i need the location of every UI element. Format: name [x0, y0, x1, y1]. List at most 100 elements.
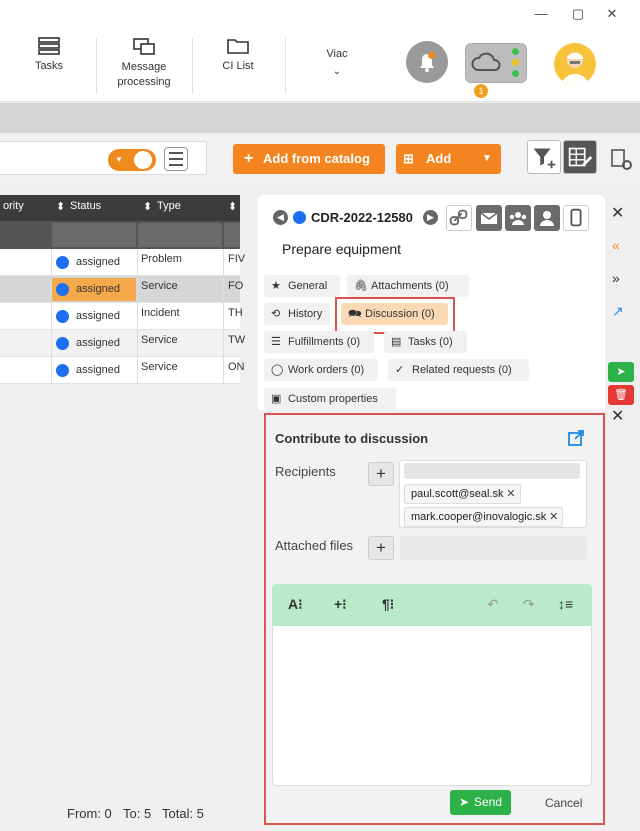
add-file-button[interactable]: + [368, 536, 394, 560]
type-text: Incident [141, 307, 180, 319]
topbar-item-message-processing[interactable]: Message processing [110, 36, 178, 90]
type-text: Service [141, 361, 178, 373]
grid-header: ority ⬍ Status ⬍ Type ⬍ [0, 195, 240, 221]
previous-record-button[interactable]: ◀ [273, 210, 288, 225]
status-text: assigned [76, 364, 121, 376]
type-text: Service [141, 280, 178, 292]
recipient-chip[interactable]: paul.scott@seal.sk ✕ [404, 484, 521, 504]
type-filter-cell[interactable] [138, 223, 222, 247]
envelope-icon [480, 212, 498, 224]
font-format-button[interactable]: A⁝ [288, 596, 303, 613]
add-item-icon: ⊞ [403, 151, 414, 166]
tab-label: Related requests (0) [412, 364, 512, 376]
settings-button[interactable] [609, 147, 635, 173]
table-row[interactable]: assigned Service TW [0, 330, 245, 357]
send-button[interactable]: ➤ Send [450, 790, 511, 815]
divider [285, 38, 286, 94]
table-row[interactable]: assigned Problem FIV [0, 249, 245, 276]
topbar-item-label: Tasks [34, 60, 64, 72]
edit-view-button[interactable] [563, 140, 597, 174]
attached-files-label: Attached files [275, 538, 354, 553]
link-button[interactable] [446, 205, 472, 231]
tab-fulfillments[interactable]: ☰ Fulfillments (0) [264, 331, 374, 353]
recipient-chip[interactable]: mark.cooper@inovalogic.sk ✕ [404, 507, 564, 527]
tab-history[interactable]: ⟲ History [264, 303, 330, 325]
status-dot [293, 211, 306, 224]
type-text: Problem [141, 253, 182, 265]
redacted-recipient [404, 463, 580, 479]
table-row[interactable]: assigned Service FO [0, 276, 244, 303]
user-avatar[interactable] [554, 43, 596, 85]
open-external-icon[interactable] [568, 430, 584, 446]
user-avatar-icon [562, 52, 588, 85]
status-dot [56, 310, 69, 323]
column-header-status[interactable]: Status [70, 200, 101, 212]
add-button[interactable]: ⊞ Add ▼ [396, 144, 501, 174]
next-record-button[interactable]: ▶ [423, 210, 438, 225]
cell-text: TW [228, 334, 246, 346]
topbar-item-viac[interactable]: Viac ⌄ [318, 48, 356, 77]
status-dot [56, 337, 69, 350]
column-header-type[interactable]: Type [157, 200, 181, 212]
user-button[interactable] [534, 205, 560, 231]
topbar-item-tasks[interactable]: Tasks [28, 36, 70, 72]
cell-text: FO [228, 280, 244, 292]
filter-plus-icon [533, 148, 556, 169]
redo-icon[interactable]: ↷ [523, 596, 535, 613]
topbar-item-ci-list[interactable]: CI List [215, 36, 261, 72]
tab-general[interactable]: ★ General [264, 275, 340, 297]
column-header-priority[interactable]: ority [3, 200, 24, 212]
tab-tasks[interactable]: ▤ Tasks (0) [384, 331, 467, 353]
paragraph-format-button[interactable]: ¶⁝ [382, 596, 394, 613]
table-row[interactable]: assigned Incident TH [0, 303, 243, 330]
pagination-from: From: 0 [67, 806, 112, 821]
email-button[interactable] [476, 205, 502, 231]
undo-icon[interactable]: ↶ [487, 596, 499, 613]
remove-recipient-icon[interactable]: ✕ [549, 508, 558, 526]
notifications-button[interactable] [406, 41, 448, 83]
divider [96, 38, 97, 94]
top-menu-bar: Tasks Message processing CI List Viac ⌄ [0, 30, 640, 102]
remove-recipient-icon[interactable]: ✕ [506, 485, 515, 503]
attached-files-field[interactable] [400, 536, 587, 560]
status-dot [56, 256, 69, 269]
maximize-button[interactable]: ▢ [568, 6, 588, 22]
close-discussion-button[interactable]: ✕ [611, 406, 624, 426]
minimize-button[interactable]: — [531, 6, 551, 22]
collapse-left-icon[interactable]: « [612, 237, 620, 253]
add-label: Add [426, 151, 452, 166]
table-row[interactable]: assigned Service ON [0, 357, 245, 384]
tab-related-requests[interactable]: ✓ Related requests (0) [388, 359, 529, 381]
tab-work-orders[interactable]: ◯ Work orders (0) [264, 359, 378, 381]
expand-right-icon[interactable]: » [612, 270, 620, 286]
line-height-icon[interactable]: ↕≡ [558, 596, 573, 612]
add-from-catalog-button[interactable]: + Add from catalog [233, 144, 385, 174]
cancel-button[interactable]: Cancel [545, 796, 582, 810]
record-id: CDR-2022-12580 [311, 210, 413, 225]
tab-custom-properties[interactable]: ▣ Custom properties [264, 388, 396, 410]
cloud-sync-icon [471, 52, 501, 71]
status-text: assigned [76, 256, 121, 268]
send-shortcut-button[interactable]: ➤ [608, 362, 634, 382]
add-recipient-button[interactable]: + [368, 462, 394, 486]
status-light-green [512, 48, 519, 55]
group-button[interactable] [505, 205, 531, 231]
status-filter-cell[interactable] [52, 223, 136, 247]
tab-attachments[interactable]: 🖇 Attachments (0) [347, 275, 469, 297]
filter-cell[interactable] [224, 223, 240, 247]
mobile-button[interactable] [563, 205, 589, 231]
delete-button[interactable]: 🗑 [608, 385, 634, 405]
filter-add-button[interactable] [527, 140, 561, 174]
close-panel-button[interactable]: ✕ [611, 203, 624, 223]
link-icon [449, 209, 468, 226]
insert-button[interactable]: +⁝ [334, 596, 347, 613]
open-external-icon[interactable]: ↗ [612, 303, 624, 320]
menu-line [169, 152, 183, 154]
close-window-button[interactable]: ✕ [602, 6, 622, 22]
menu-button[interactable] [164, 147, 188, 171]
tab-label: Custom properties [288, 393, 378, 405]
recipients-label: Recipients [275, 464, 336, 479]
tasks-icon: ▤ [391, 336, 402, 348]
status-cell: assigned [52, 278, 136, 301]
status-cell: assigned [52, 332, 136, 355]
